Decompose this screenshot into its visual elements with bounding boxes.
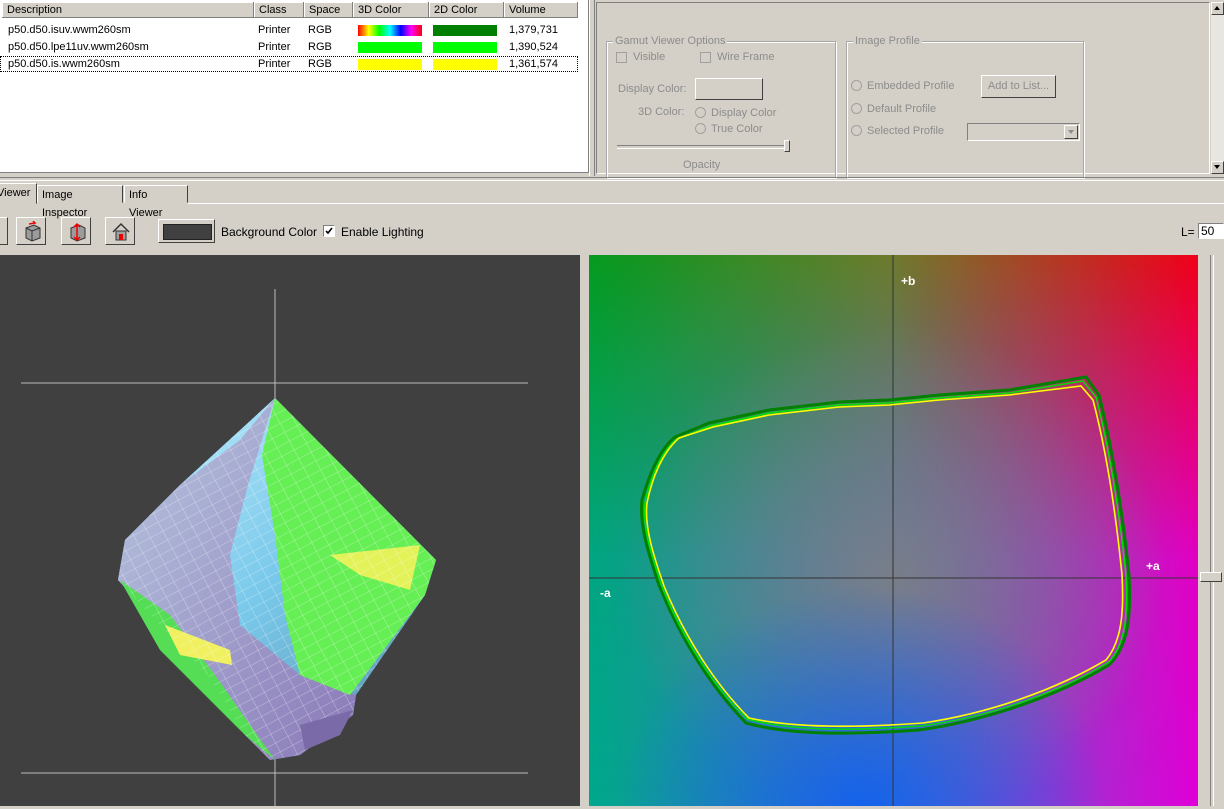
checkmark-icon bbox=[325, 227, 333, 235]
color3d-label: 3D Color: bbox=[638, 106, 685, 118]
tab-image-inspector[interactable]: Image Inspector bbox=[37, 185, 123, 219]
row-volume: 1,379,731 bbox=[509, 24, 558, 36]
row-space: RGB bbox=[308, 24, 332, 36]
home-view-button[interactable] bbox=[105, 217, 135, 245]
swatch-2d-color[interactable] bbox=[433, 25, 497, 36]
row-class: Printer bbox=[258, 58, 291, 70]
options-scrollbar[interactable] bbox=[1211, 2, 1224, 174]
flip-cube-button[interactable] bbox=[61, 217, 91, 245]
col-header-description[interactable]: Description bbox=[2, 2, 254, 18]
embedded-profile-label: Embedded Profile bbox=[867, 80, 955, 92]
true-color-radio-label: True Color bbox=[711, 123, 763, 135]
swatch-3d-color[interactable] bbox=[358, 59, 422, 70]
selected-profile-label: Selected Profile bbox=[867, 125, 945, 137]
scroll-up-icon[interactable] bbox=[1211, 2, 1224, 15]
image-profile-title: Image Profile bbox=[853, 35, 922, 47]
table-row[interactable]: p50.d50.isuv.wwm260sm Printer RGB 1,379,… bbox=[0, 22, 578, 38]
l-slider-track bbox=[1210, 255, 1214, 806]
row-description: p50.d50.isuv.wwm260sm bbox=[8, 24, 131, 36]
rotate-cube-button[interactable] bbox=[16, 217, 46, 245]
swatch-3d-color[interactable] bbox=[358, 25, 422, 36]
display-color-radio[interactable] bbox=[695, 107, 706, 118]
plus-a-label: +a bbox=[1146, 559, 1160, 573]
selected-profile-dropdown[interactable] bbox=[967, 123, 1080, 141]
display-color-label: Display Color: bbox=[618, 83, 687, 95]
tab-info-viewer[interactable]: Info Viewer bbox=[124, 185, 188, 219]
row-description: p50.d50.lpe11uv.wwm260sm bbox=[8, 41, 149, 53]
horizontal-splitter[interactable] bbox=[0, 177, 1224, 181]
image-profile-group: Image Profile Embedded Profile Add to Li… bbox=[846, 35, 1084, 178]
gamut-2d-plot[interactable]: +b -a +a bbox=[589, 255, 1198, 806]
selected-profile-radio[interactable] bbox=[851, 125, 862, 136]
add-to-list-button[interactable]: Add to List... bbox=[981, 75, 1056, 98]
profile-table[interactable]: Description Class Space 3D Color 2D Colo… bbox=[0, 0, 589, 173]
l-slider-thumb[interactable] bbox=[1200, 572, 1222, 582]
flip-cube-icon bbox=[70, 222, 86, 242]
row-class: Printer bbox=[258, 41, 291, 53]
background-color-label: Background Color bbox=[221, 225, 318, 239]
row-space: RGB bbox=[308, 58, 332, 70]
gamut-solid bbox=[118, 398, 436, 760]
chevron-down-icon[interactable] bbox=[1064, 125, 1078, 139]
col-header-space[interactable]: Space bbox=[304, 2, 353, 18]
row-volume: 1,390,524 bbox=[509, 41, 558, 53]
wireframe-checkbox[interactable] bbox=[700, 52, 711, 63]
embedded-profile-radio[interactable] bbox=[851, 80, 862, 91]
swatch-2d-color[interactable] bbox=[433, 59, 497, 70]
table-row[interactable]: p50.d50.lpe11uv.wwm260sm Printer RGB 1,3… bbox=[0, 39, 578, 55]
l-value-label: L= bbox=[1181, 225, 1195, 239]
display-color-radio-label: Display Color bbox=[711, 107, 777, 119]
row-volume: 1,361,574 bbox=[509, 58, 558, 70]
background-color-button[interactable] bbox=[158, 219, 215, 243]
rotate-tool-button[interactable] bbox=[0, 217, 8, 245]
swatch-2d-color[interactable] bbox=[433, 42, 497, 53]
swatch-3d-color[interactable] bbox=[358, 42, 422, 53]
display-color-button[interactable] bbox=[695, 78, 763, 100]
home-icon bbox=[112, 222, 130, 241]
col-header-volume[interactable]: Volume bbox=[504, 2, 578, 18]
rotate-cube-icon bbox=[25, 221, 41, 242]
l-slider[interactable] bbox=[1198, 255, 1224, 806]
table-row[interactable]: p50.d50.is.wwm260sm Printer RGB 1,361,57… bbox=[0, 56, 578, 72]
opacity-slider-thumb[interactable] bbox=[784, 140, 790, 152]
enable-lighting-label: Enable Lighting bbox=[341, 225, 424, 239]
scroll-down-icon[interactable] bbox=[1211, 161, 1224, 174]
row-space: RGB bbox=[308, 41, 332, 53]
tab-baseline bbox=[188, 203, 1224, 204]
visible-label: Visible bbox=[633, 51, 666, 63]
l-value-input[interactable]: 50 bbox=[1198, 223, 1224, 239]
gamut-3d-viewport[interactable] bbox=[0, 255, 580, 806]
true-color-radio[interactable] bbox=[695, 123, 706, 134]
gamut-viewer-options-group: Gamut Viewer Options Visible Wire Frame … bbox=[606, 35, 836, 178]
col-header-2d-color[interactable]: 2D Color bbox=[429, 2, 504, 18]
default-profile-label: Default Profile bbox=[867, 103, 937, 115]
col-header-class[interactable]: Class bbox=[254, 2, 304, 18]
enable-lighting-checkbox[interactable] bbox=[323, 225, 335, 237]
opacity-slider-track[interactable] bbox=[617, 145, 787, 149]
gamut-viewer-options-title: Gamut Viewer Options bbox=[613, 35, 728, 47]
plus-b-label: +b bbox=[901, 274, 916, 288]
opacity-label: Opacity bbox=[683, 159, 721, 171]
wireframe-label: Wire Frame bbox=[717, 51, 775, 63]
splitter[interactable] bbox=[589, 0, 595, 176]
tab-viewer[interactable]: Viewer bbox=[0, 183, 37, 204]
background-color-swatch bbox=[163, 224, 212, 240]
row-class: Printer bbox=[258, 24, 291, 36]
minus-a-label: -a bbox=[600, 586, 611, 600]
row-description: p50.d50.is.wwm260sm bbox=[8, 58, 120, 70]
default-profile-radio[interactable] bbox=[851, 103, 862, 114]
col-header-3d-color[interactable]: 3D Color bbox=[353, 2, 429, 18]
visible-checkbox[interactable] bbox=[616, 52, 627, 63]
